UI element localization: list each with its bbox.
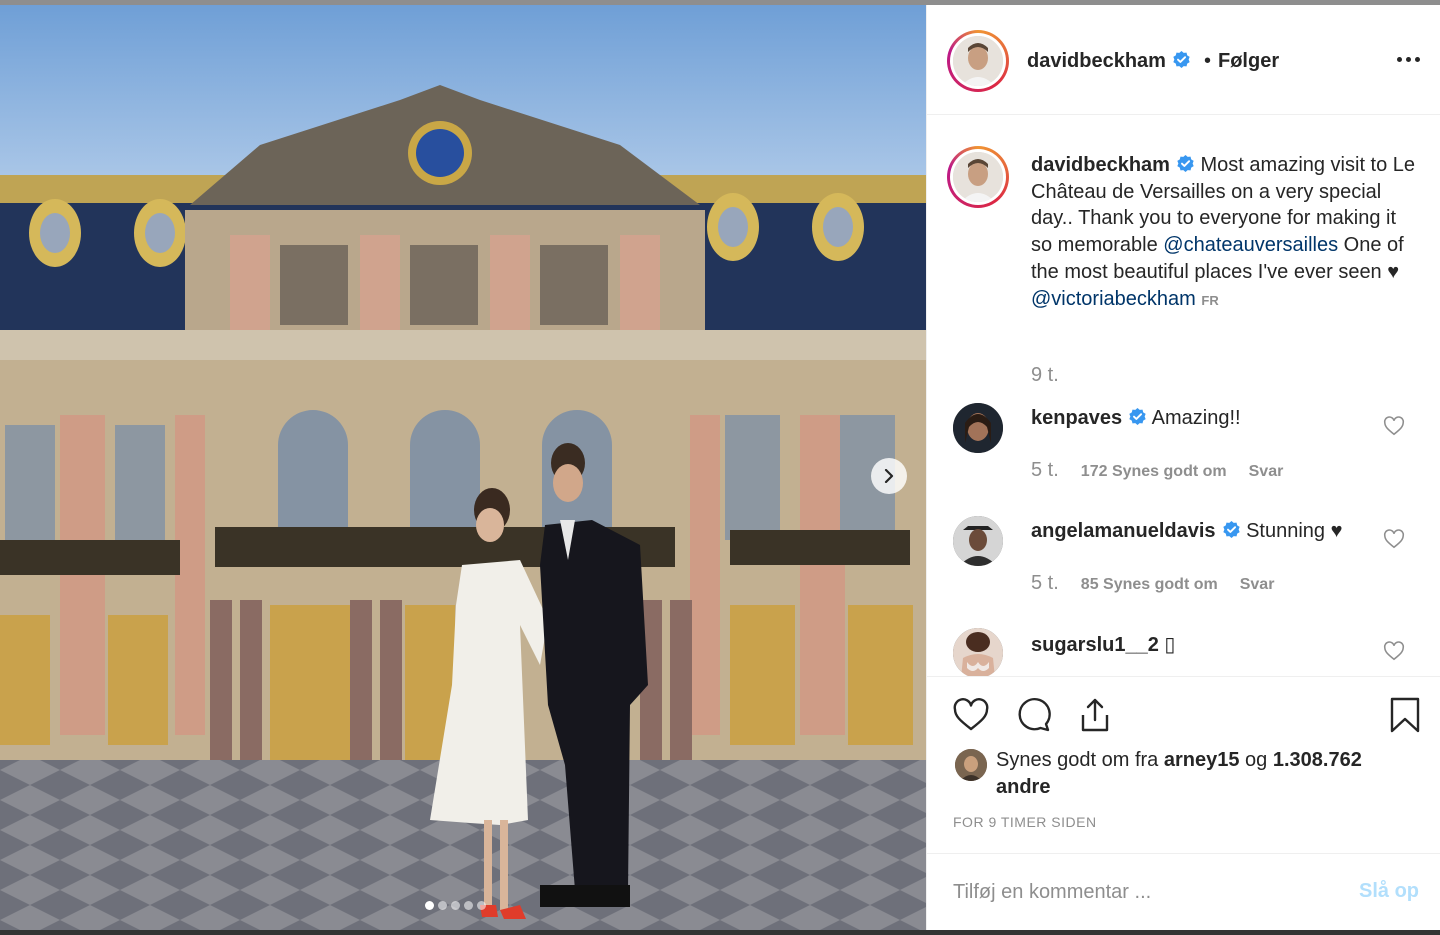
translate-link[interactable]: FR (1201, 293, 1218, 308)
heart-icon[interactable] (1383, 528, 1405, 550)
author-avatar[interactable] (947, 30, 1009, 92)
avatar-photo (953, 628, 1003, 676)
dot-icon (1405, 56, 1411, 62)
caption-username[interactable]: davidbeckham (1031, 154, 1170, 176)
post-time-ago[interactable]: FOR 9 TIMER SIDEN (953, 814, 1097, 830)
comment-username[interactable]: kenpaves (1031, 407, 1122, 429)
likes-mid: og (1239, 749, 1273, 771)
more-options-button[interactable] (1393, 47, 1423, 71)
like-icon[interactable] (951, 695, 991, 735)
avatar-photo (953, 403, 1003, 453)
liker-avatar[interactable] (955, 749, 987, 781)
comment-username[interactable]: angelamanueldavis (1031, 520, 1216, 542)
comment-icon[interactable] (1013, 695, 1053, 735)
comment-body: Amazing!! (1151, 407, 1241, 429)
dot-icon (1414, 56, 1420, 62)
comment-likes[interactable]: 172 Synes godt om (1081, 463, 1227, 480)
post-comment-button[interactable]: Slå op (1359, 880, 1419, 903)
author-username-text[interactable]: davidbeckham (1027, 50, 1166, 72)
carousel-dot (464, 901, 473, 910)
comment-body: Stunning ♥ (1246, 520, 1343, 542)
post-actions: Synes godt om fra arney15 og 1.308.762 a… (927, 676, 1440, 930)
comment-meta: 5 t. 172 Synes godt om Svar (1031, 459, 1283, 482)
add-comment-section: Slå op (927, 853, 1440, 931)
comment-time: 5 t. (1031, 459, 1059, 481)
heart-icon[interactable] (1383, 640, 1405, 662)
comment-time: 5 t. (1031, 572, 1059, 594)
verified-badge-icon (1173, 50, 1190, 69)
mention-link[interactable]: @victoriabeckham (1031, 288, 1196, 310)
carousel-dot (425, 901, 434, 910)
comment-text: sugarslu1__2 ▯ (1031, 632, 1175, 657)
post-image (0, 5, 926, 930)
dot-icon (1396, 56, 1402, 62)
carousel-dot (451, 901, 460, 910)
mention-link[interactable]: @chateauversailles (1163, 234, 1338, 256)
author-username[interactable]: davidbeckham (1027, 50, 1191, 73)
comment-meta: 5 t. 85 Synes godt om Svar (1031, 572, 1274, 595)
comment-text: angelamanueldavis Stunning ♥ (1031, 520, 1342, 543)
comment-item: sugarslu1__2 ▯ (927, 628, 1440, 676)
avatar-photo (953, 152, 1003, 202)
carousel-dot (438, 901, 447, 910)
likes-text: Synes godt om fra arney15 og 1.308.762 a… (996, 747, 1396, 800)
avatar-photo (955, 749, 987, 781)
carousel-dot (477, 901, 486, 910)
heart-icon[interactable] (1383, 415, 1405, 437)
verified-badge-icon (1222, 520, 1240, 539)
chevron-right-icon (884, 469, 894, 483)
comment-username[interactable]: sugarslu1__2 (1031, 634, 1159, 656)
likes-prefix: Synes godt om fra (996, 749, 1164, 771)
bookmark-icon[interactable] (1385, 695, 1425, 735)
commenter-avatar[interactable] (953, 403, 1003, 453)
comment-input[interactable] (953, 876, 1333, 908)
header-separator: • (1204, 50, 1212, 72)
comment-text: kenpaves Amazing!! (1031, 407, 1241, 430)
comment-item: kenpaves Amazing!! 5 t. 172 Synes godt om… (927, 403, 1440, 503)
window-bottom-edge (0, 930, 1440, 935)
liker-username[interactable]: arney15 (1164, 749, 1240, 771)
post-header: davidbeckham • Følger (927, 5, 1440, 115)
follow-status-button[interactable]: Følger (1218, 50, 1279, 73)
post-details-panel: davidbeckham • Følger davidbeckham Most … (926, 5, 1440, 930)
avatar-photo (953, 516, 1003, 566)
commenter-avatar[interactable] (953, 628, 1003, 676)
caption-timestamp: 9 t. (1031, 364, 1059, 386)
comments-list[interactable]: davidbeckham Most amazing visit to Le Ch… (927, 116, 1440, 676)
comment-body: ▯ (1164, 634, 1176, 656)
reply-button[interactable]: Svar (1249, 463, 1284, 480)
next-image-button[interactable] (871, 458, 907, 494)
verified-badge-icon (1129, 407, 1146, 426)
caption-author-avatar[interactable] (947, 146, 1009, 208)
commenter-avatar[interactable] (953, 516, 1003, 566)
avatar-photo (953, 36, 1003, 86)
post-caption: davidbeckham Most amazing visit to Le Ch… (1031, 152, 1421, 314)
carousel-indicator (425, 901, 486, 910)
comment-likes[interactable]: 85 Synes godt om (1081, 576, 1218, 593)
verified-badge-icon (1177, 154, 1194, 173)
comment-item: angelamanueldavis Stunning ♥ 5 t. 85 Syne… (927, 516, 1440, 616)
reply-button[interactable]: Svar (1240, 576, 1275, 593)
share-icon[interactable] (1075, 695, 1115, 735)
post-photo[interactable] (0, 5, 926, 930)
